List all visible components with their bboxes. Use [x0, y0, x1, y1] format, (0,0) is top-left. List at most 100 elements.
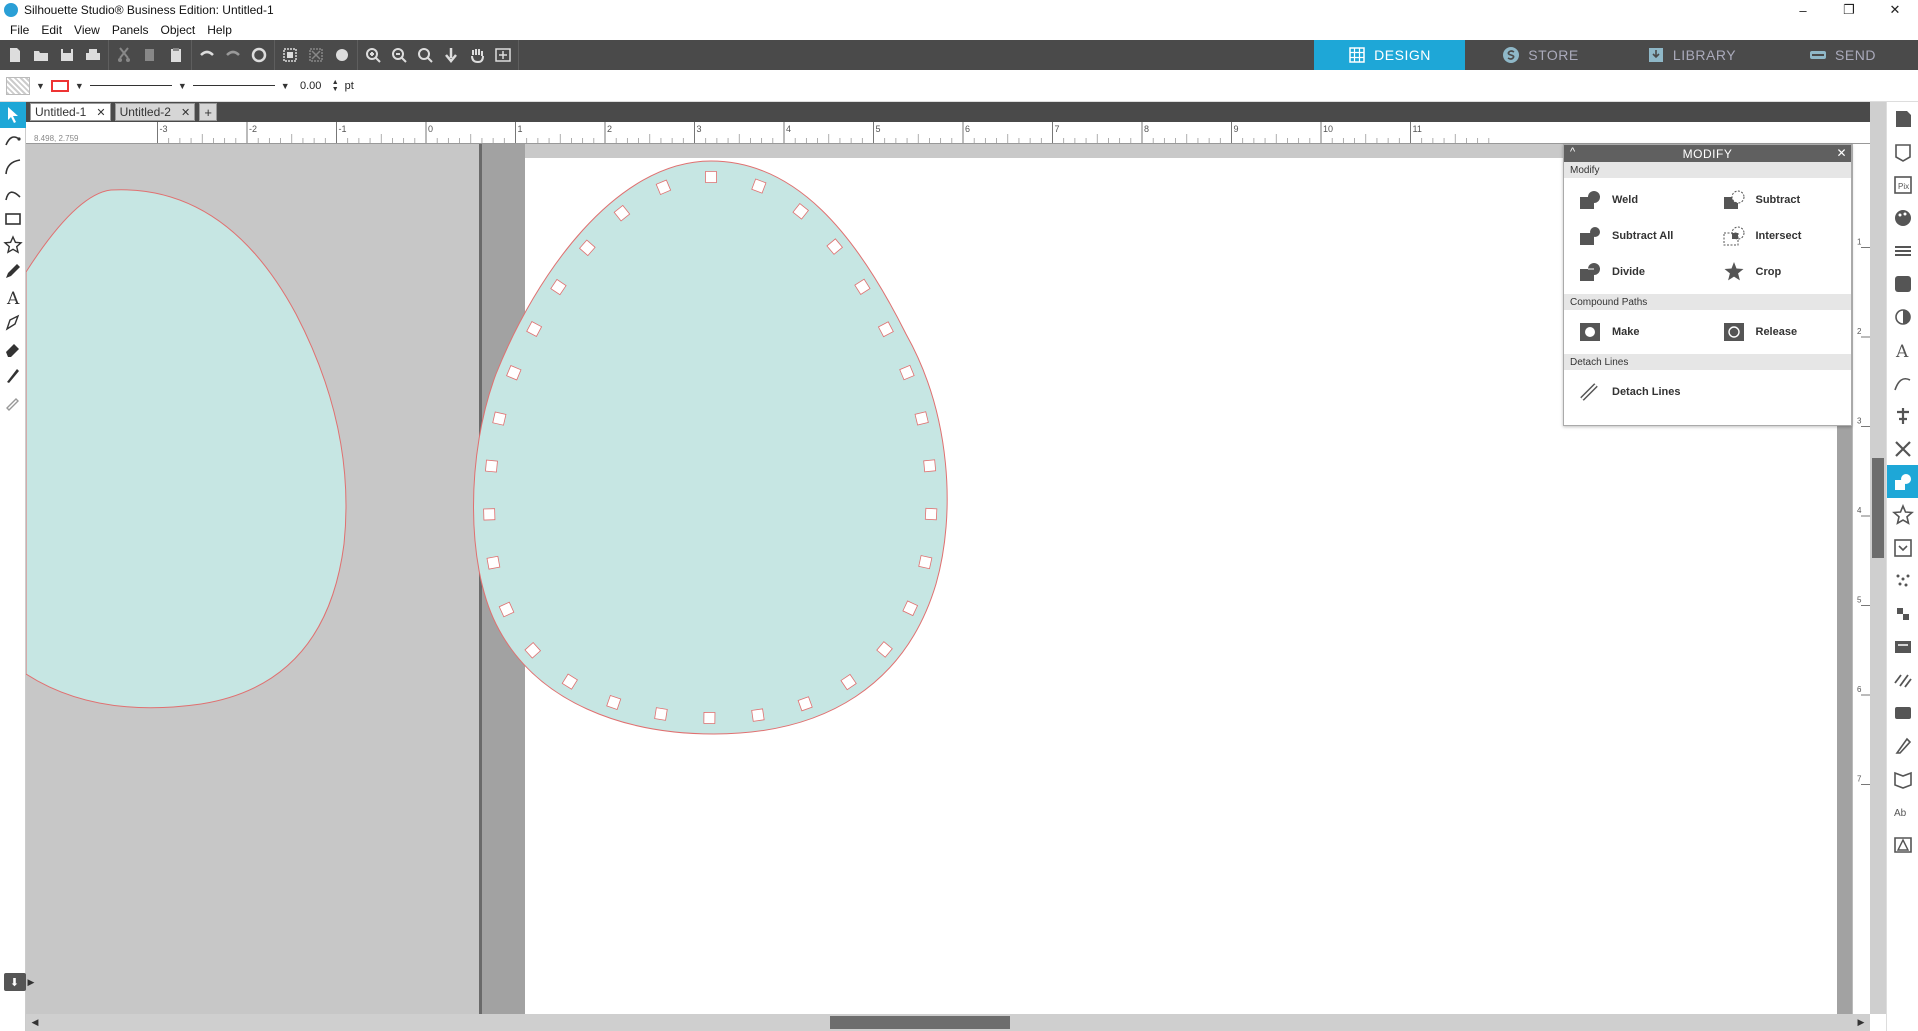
align-icon[interactable]: [1887, 399, 1918, 432]
line-color-swatch[interactable]: [50, 79, 69, 92]
eyedropper-tool-icon[interactable]: [0, 388, 26, 414]
select-all-icon[interactable]: [277, 42, 303, 68]
close-panel-icon[interactable]: ✕: [1836, 146, 1847, 160]
line-color-dropdown-caret-icon[interactable]: ▼: [75, 81, 84, 91]
open-folder-icon[interactable]: [28, 42, 54, 68]
copy-icon[interactable]: [137, 42, 163, 68]
doc-tab-untitled-1[interactable]: Untitled-1 ✕: [30, 103, 111, 121]
layers-icon[interactable]: [1887, 762, 1918, 795]
pan-hand-icon[interactable]: [464, 42, 490, 68]
close-button[interactable]: ✕: [1872, 0, 1918, 20]
rectangle-tool-icon[interactable]: [0, 206, 26, 232]
release-compound-button[interactable]: Release: [1708, 314, 1852, 350]
scroll-left-icon[interactable]: ◀: [28, 1016, 42, 1029]
line-width-input[interactable]: 0.00: [296, 77, 326, 95]
menu-view[interactable]: View: [68, 23, 106, 37]
line-style-select[interactable]: [89, 85, 172, 86]
paste-icon[interactable]: [163, 42, 189, 68]
modify-panel-icon[interactable]: [1887, 465, 1918, 498]
warp-icon[interactable]: [1887, 663, 1918, 696]
fit-page-icon[interactable]: [490, 42, 516, 68]
print-icon[interactable]: [80, 42, 106, 68]
line-width-spinner[interactable]: ▲ ▼: [332, 79, 339, 93]
point-edit-tool-icon[interactable]: [0, 128, 26, 154]
menu-file[interactable]: File: [4, 23, 35, 37]
close-tab-icon[interactable]: ✕: [96, 106, 105, 119]
eraser-tool-icon[interactable]: [0, 336, 26, 362]
offset-icon[interactable]: [1887, 498, 1918, 531]
replicate-icon[interactable]: [1887, 597, 1918, 630]
tab-design[interactable]: DESIGN: [1314, 40, 1465, 70]
menu-help[interactable]: Help: [201, 23, 238, 37]
doc-tab-untitled-2[interactable]: Untitled-2 ✕: [114, 103, 196, 121]
subtract-button[interactable]: Subtract: [1708, 182, 1852, 218]
subtract-all-button[interactable]: Subtract All: [1564, 218, 1708, 254]
select-by-color-icon[interactable]: [329, 42, 355, 68]
add-tab-button[interactable]: +: [199, 103, 218, 121]
pencil-tool-icon[interactable]: [0, 258, 26, 284]
scroll-right-icon[interactable]: ▶: [1854, 1016, 1868, 1029]
horizontal-scrollbar[interactable]: ◀ ▶: [26, 1014, 1870, 1031]
transparency-icon[interactable]: [1887, 300, 1918, 333]
select-tool-icon[interactable]: [0, 102, 26, 128]
minimize-button[interactable]: –: [1780, 0, 1826, 20]
zoom-in-icon[interactable]: [360, 42, 386, 68]
undo-icon[interactable]: [194, 42, 220, 68]
text-tool-icon[interactable]: A: [0, 284, 26, 310]
line-join-select[interactable]: [192, 85, 275, 86]
nesting-icon[interactable]: [1887, 630, 1918, 663]
restore-button[interactable]: ❐: [1826, 0, 1872, 20]
vertical-scrollbar[interactable]: [1870, 102, 1886, 1014]
line-style-icon[interactable]: [1887, 234, 1918, 267]
close-tab-icon[interactable]: ✕: [181, 106, 190, 119]
weld-button[interactable]: Weld: [1564, 182, 1708, 218]
trace-icon[interactable]: [1887, 531, 1918, 564]
fill-color-swatch[interactable]: [6, 76, 30, 95]
modify-panel-header[interactable]: ^ MODIFY ✕: [1564, 145, 1851, 162]
vertical-scroll-thumb[interactable]: [1872, 458, 1884, 558]
line-style-dropdown-caret-icon[interactable]: ▼: [178, 81, 187, 91]
line-tool-icon[interactable]: [0, 154, 26, 180]
pixscan-icon[interactable]: Pix: [1887, 168, 1918, 201]
3d-icon[interactable]: [1887, 729, 1918, 762]
intersect-button[interactable]: Intersect: [1708, 218, 1852, 254]
fill-dropdown-caret-icon[interactable]: ▼: [36, 81, 45, 91]
spelling-icon[interactable]: Ab: [1887, 795, 1918, 828]
save-icon[interactable]: [54, 42, 80, 68]
deselect-icon[interactable]: [303, 42, 329, 68]
knife-tool-icon[interactable]: [0, 362, 26, 388]
library-drawer-toggle[interactable]: ⬇ ▶: [0, 967, 38, 997]
text-style-icon[interactable]: A: [1887, 333, 1918, 366]
horizontal-scroll-thumb[interactable]: [830, 1016, 1010, 1029]
fill-pattern-icon[interactable]: [1887, 267, 1918, 300]
rhinestone-icon[interactable]: [1887, 828, 1918, 861]
detach-lines-button[interactable]: Detach Lines: [1564, 370, 1851, 414]
tab-store[interactable]: STORE: [1465, 40, 1616, 70]
zoom-select-icon[interactable]: [412, 42, 438, 68]
line-join-dropdown-caret-icon[interactable]: ▼: [281, 81, 290, 91]
make-compound-button[interactable]: Make: [1564, 314, 1708, 350]
menu-object[interactable]: Object: [155, 23, 202, 37]
menu-edit[interactable]: Edit: [35, 23, 68, 37]
star-tool-icon[interactable]: [0, 232, 26, 258]
fill-palette-icon[interactable]: [1887, 201, 1918, 234]
tab-send[interactable]: SEND: [1767, 40, 1918, 70]
divide-button[interactable]: Divide: [1564, 254, 1708, 290]
egg-shape[interactable]: [473, 160, 948, 735]
transform-icon[interactable]: [1887, 432, 1918, 465]
cut-settings-icon[interactable]: [1887, 135, 1918, 168]
cut-icon[interactable]: [111, 42, 137, 68]
paint-tool-icon[interactable]: [0, 310, 26, 336]
collapse-panel-icon[interactable]: ^: [1570, 146, 1576, 158]
tab-library[interactable]: LIBRARY: [1616, 40, 1767, 70]
eraser-panel-icon[interactable]: [1887, 696, 1918, 729]
sketch-icon[interactable]: [1887, 564, 1918, 597]
text-to-path-icon[interactable]: [1887, 366, 1918, 399]
curve-tool-icon[interactable]: [0, 180, 26, 206]
crop-button[interactable]: Crop: [1708, 254, 1852, 290]
move-down-icon[interactable]: [438, 42, 464, 68]
zoom-out-icon[interactable]: [386, 42, 412, 68]
menu-panels[interactable]: Panels: [106, 23, 155, 37]
redo-icon[interactable]: [220, 42, 246, 68]
redraw-icon[interactable]: [246, 42, 272, 68]
